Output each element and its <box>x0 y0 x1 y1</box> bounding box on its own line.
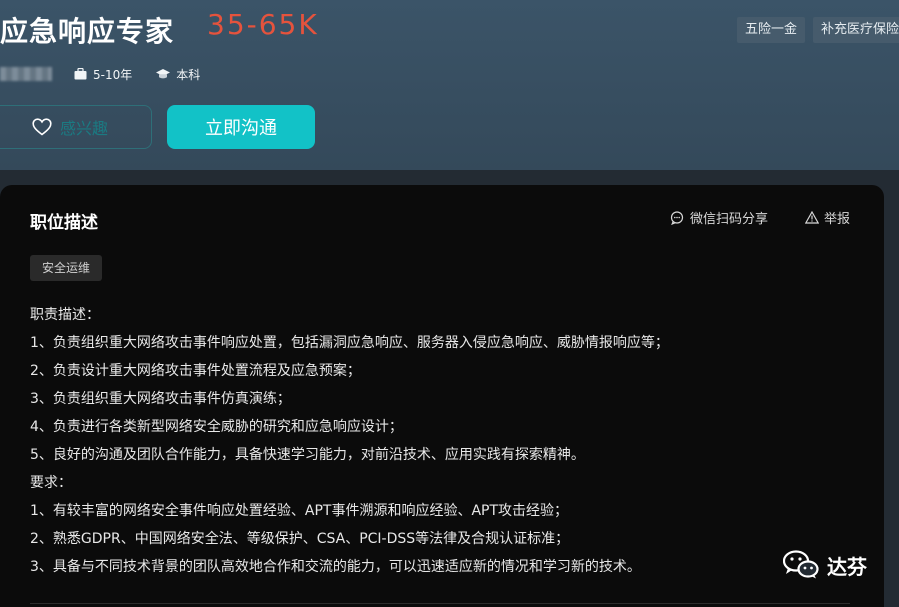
description-line: 5、良好的沟通及团队合作能力，具备快速学习能力，对前沿技术、应用实践有探索精神。 <box>30 447 585 463</box>
welfare-tag: 五险一金 <box>736 17 805 43</box>
experience-text: 5-10年 <box>93 67 133 82</box>
description-line: 职责描述： <box>30 307 100 323</box>
divider <box>30 603 850 604</box>
job-title: 应急响应专家 <box>0 15 175 48</box>
description-line: 4、负责进行各类新型网络安全威胁的研究和应急响应设计； <box>30 419 403 435</box>
description-line: 3、具备与不同技术背景的团队高效地合作和交流的能力，可以迅速适应新的情况和学习新… <box>30 559 641 575</box>
chat-bubble-icon <box>670 210 684 225</box>
watermark-text: 达芬 <box>827 554 867 579</box>
job-tag[interactable]: 安全运维 <box>30 255 103 281</box>
report-link[interactable]: 举报 <box>805 208 850 227</box>
graduation-cap-icon <box>156 69 171 79</box>
interest-button[interactable]: 感兴趣 <box>0 105 152 149</box>
blurred-location <box>0 67 52 81</box>
description-line: 1、负责组织重大网络攻击事件响应处置，包括漏洞应急响应、服务器入侵应急响应、威胁… <box>30 335 669 351</box>
interest-label: 感兴趣 <box>60 119 109 138</box>
description-line: 1、有较丰富的网络安全事件响应处置经验、APT事件溯源和响应经验、APT攻击经验… <box>30 503 569 519</box>
salary: 35-65K <box>207 8 319 41</box>
description-line: 2、负责设计重大网络攻击事件处置流程及应急预案； <box>30 363 361 379</box>
share-link[interactable]: 微信扫码分享 <box>670 208 768 227</box>
education-item: 本科 <box>156 66 200 83</box>
welfare-tag: 补充医疗保险 <box>812 17 899 43</box>
chat-now-button[interactable]: 立即沟通 <box>167 105 315 149</box>
wechat-icon <box>783 550 819 579</box>
section-title: 职位描述 <box>30 213 98 233</box>
heart-icon <box>32 118 52 136</box>
share-label: 微信扫码分享 <box>690 212 769 227</box>
job-meta: 5-10年 本科 <box>0 63 224 85</box>
description-line: 3、负责组织重大网络攻击事件仿真演练； <box>30 391 291 407</box>
description-line: 2、熟悉GDPR、中国网络安全法、等级保护、CSA、PCI-DSS等法律及合规认… <box>30 531 570 547</box>
briefcase-icon <box>74 68 87 80</box>
job-description: 职责描述： 1、负责组织重大网络攻击事件响应处置，包括漏洞应急响应、服务器入侵应… <box>30 305 860 585</box>
description-line: 要求： <box>30 475 72 491</box>
experience-item: 5-10年 <box>74 66 132 83</box>
welfare-tags: 五险一金 补充医疗保险 <box>736 17 899 43</box>
report-label: 举报 <box>824 212 851 227</box>
education-text: 本科 <box>176 67 201 82</box>
warning-icon <box>805 211 819 224</box>
watermark: 达芬 <box>783 550 867 580</box>
